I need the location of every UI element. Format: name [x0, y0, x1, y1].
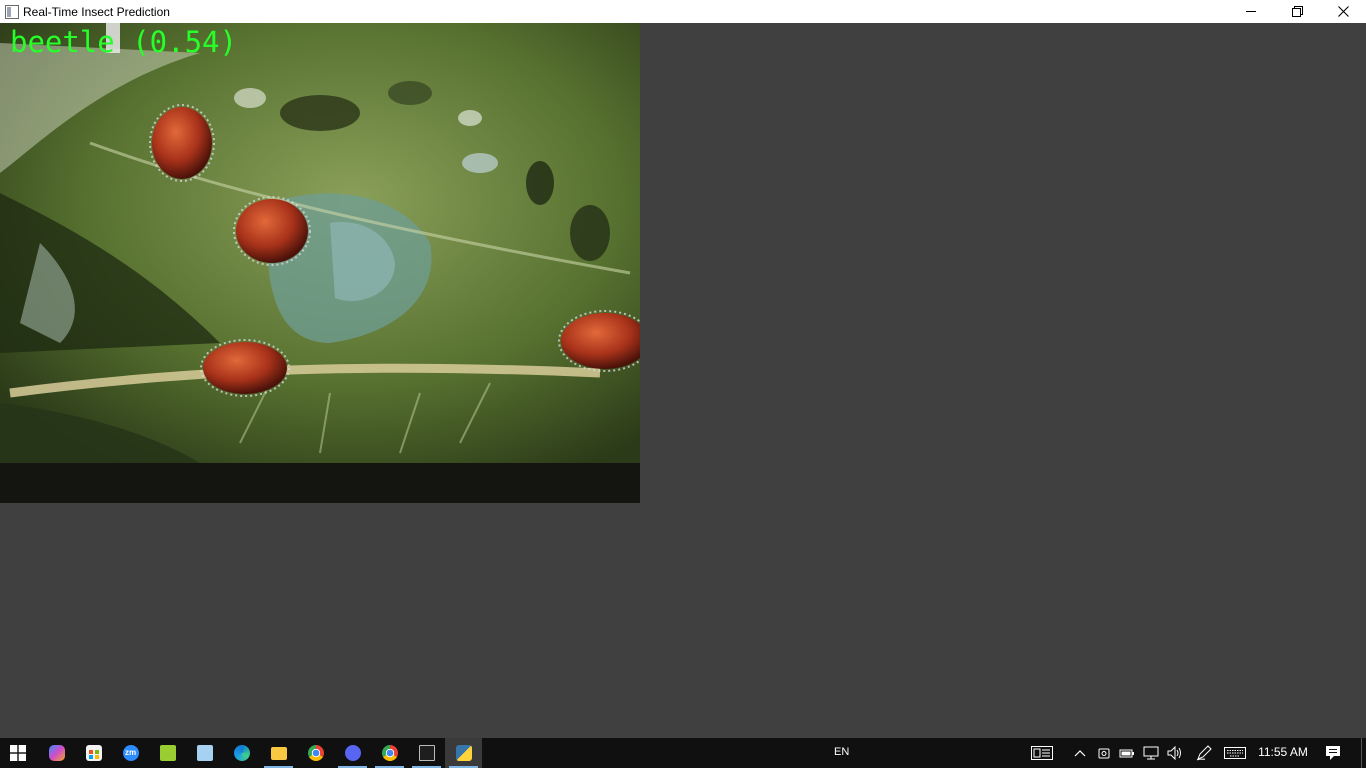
taskbar-app-microsoft-store[interactable] [75, 738, 112, 768]
camera-frame-image [0, 23, 640, 503]
notification-icon [1326, 746, 1340, 760]
edge-icon [233, 745, 250, 761]
notepad-icon [196, 745, 213, 761]
close-button[interactable] [1320, 0, 1366, 23]
taskbar-app-chrome-profile[interactable] [371, 738, 408, 768]
chrome-icon [381, 745, 398, 761]
photo-icon [159, 745, 176, 761]
window-controls [1228, 0, 1366, 23]
taskbar-app-discord[interactable] [334, 738, 371, 768]
beetle-shape [558, 310, 640, 372]
tray-network[interactable] [1141, 738, 1161, 768]
tray-show-hidden[interactable] [1070, 738, 1090, 768]
window-titlebar: Real-Time Insect Prediction [0, 0, 1366, 23]
taskbar: zm EN 11:55 AM [0, 738, 1366, 768]
minimize-icon [1245, 11, 1256, 12]
taskbar-clock[interactable]: 11:55 AM [1252, 738, 1314, 768]
chrome-icon [307, 745, 324, 761]
discord-icon [344, 745, 361, 761]
battery-icon [1119, 749, 1134, 758]
taskbar-app-zoom[interactable]: zm [112, 738, 149, 768]
network-icon [1143, 746, 1159, 760]
chevron-up-icon [1074, 750, 1086, 757]
copilot-icon [48, 745, 65, 761]
taskbar-app-command-prompt[interactable] [408, 738, 445, 768]
start-button[interactable] [0, 738, 36, 768]
camera-icon [1098, 748, 1110, 759]
tray-volume[interactable] [1165, 738, 1185, 768]
tray-news[interactable] [1027, 738, 1057, 768]
show-desktop-button[interactable] [1361, 738, 1366, 768]
close-icon [1337, 6, 1349, 17]
tray-pen[interactable] [1193, 738, 1215, 768]
window-title: Real-Time Insect Prediction [23, 4, 170, 19]
taskbar-app-copilot[interactable] [38, 738, 75, 768]
taskbar-app-python[interactable] [445, 738, 482, 768]
news-icon [1031, 746, 1053, 760]
taskbar-app-edge[interactable] [223, 738, 260, 768]
pen-icon [1196, 745, 1212, 761]
store-icon [85, 745, 102, 761]
taskbar-app-file-explorer[interactable] [260, 738, 297, 768]
action-center-button[interactable] [1320, 738, 1346, 768]
keyboard-icon [1224, 747, 1246, 759]
restore-icon [1291, 6, 1303, 17]
windows-logo-icon [10, 745, 26, 761]
tray-camera[interactable] [1094, 738, 1114, 768]
taskbar-app-notepad[interactable] [186, 738, 223, 768]
terminal-icon [418, 745, 435, 761]
zoom-icon: zm [122, 745, 139, 761]
folder-icon [270, 746, 287, 760]
tray-touch-keyboard[interactable] [1222, 738, 1248, 768]
language-indicator[interactable]: EN [834, 738, 849, 768]
camera-frame: beetle (0.54) [0, 23, 640, 503]
taskbar-app-photo[interactable] [149, 738, 186, 768]
restore-button[interactable] [1274, 0, 1320, 23]
window-client-area: beetle (0.54) [0, 23, 1366, 738]
prediction-label: beetle (0.54) [10, 25, 237, 59]
volume-icon [1167, 746, 1181, 760]
python-icon [455, 745, 472, 761]
tray-battery[interactable] [1117, 738, 1137, 768]
taskbar-app-chrome[interactable] [297, 738, 334, 768]
minimize-button[interactable] [1228, 0, 1274, 23]
app-window-icon [5, 4, 19, 19]
